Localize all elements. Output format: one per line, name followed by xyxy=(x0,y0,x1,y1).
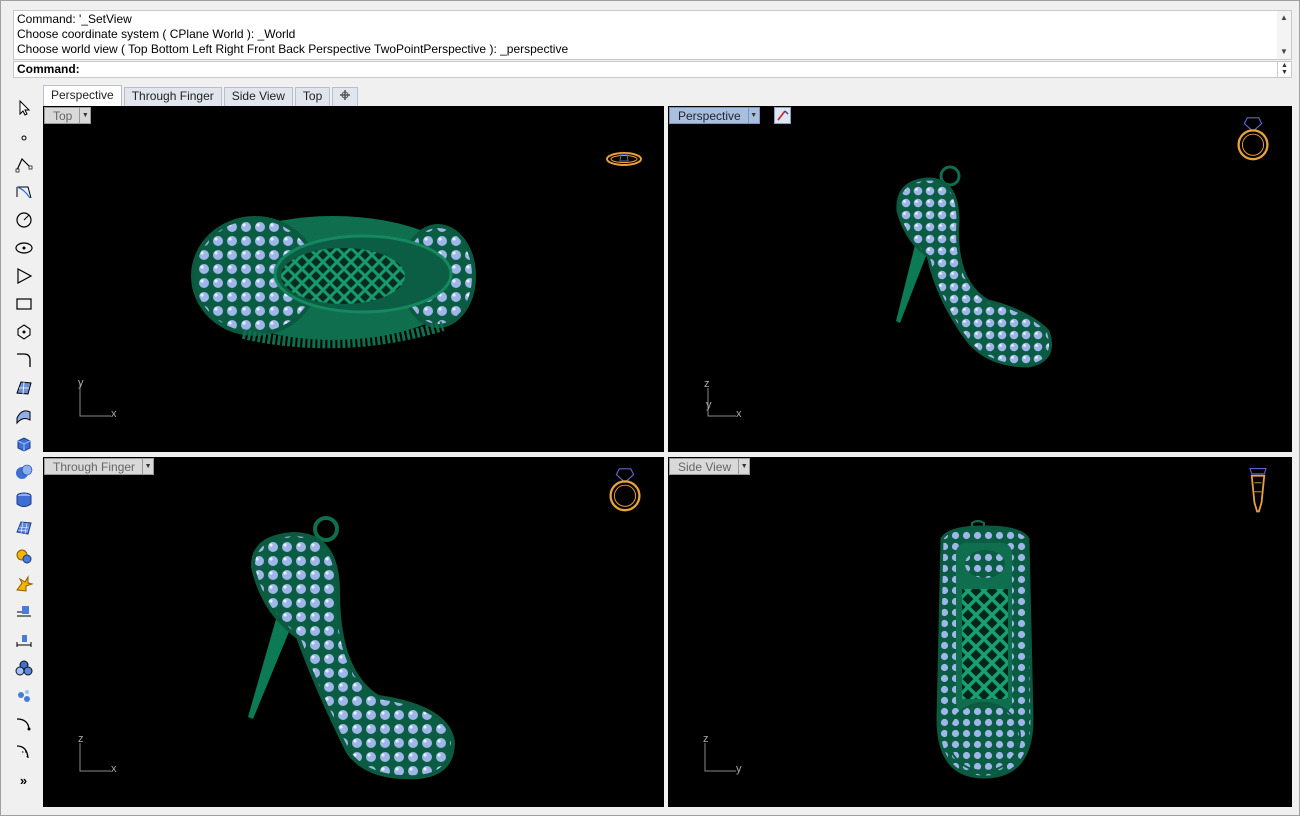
dimension-icon[interactable] xyxy=(11,628,36,652)
command-history-line: Choose world view ( Top Bottom Left Righ… xyxy=(17,42,569,56)
shoe-model-through-finger xyxy=(248,516,456,780)
box-solid-icon[interactable] xyxy=(11,432,36,456)
ring-nav-icon[interactable] xyxy=(1231,114,1275,164)
render-spheres-icon[interactable] xyxy=(11,656,36,680)
axis-label: y xyxy=(78,377,84,389)
axis-indicator-perspective: z y x xyxy=(702,378,762,428)
surface-edit-icon[interactable] xyxy=(11,404,36,428)
viewport-top[interactable]: Top ▼ y x xyxy=(43,106,664,452)
ellipse-icon[interactable] xyxy=(11,236,36,260)
polygon-star-icon[interactable] xyxy=(11,320,36,344)
shoe-model-perspective xyxy=(896,165,1052,368)
surface-from-points-icon[interactable] xyxy=(11,376,36,400)
shoe-model-top xyxy=(191,216,476,349)
explode-icon[interactable] xyxy=(11,572,36,596)
viewport-title-top[interactable]: Top ▼ xyxy=(44,107,92,124)
viewport-tab-bar: Perspective Through Finger Side View Top xyxy=(43,85,360,106)
axis-label: x xyxy=(111,408,117,420)
viewport-perspective[interactable]: Perspective ▼ z y x xyxy=(668,106,1292,452)
axis-label: y xyxy=(736,763,742,775)
rhino-window: Command: '_SetView Choose coordinate sys… xyxy=(0,0,1300,816)
fillet-curve-icon[interactable] xyxy=(11,348,36,372)
chevron-down-icon[interactable]: ▼ xyxy=(739,458,751,475)
chevron-down-icon[interactable]: ▼ xyxy=(80,107,92,124)
axis-label: x xyxy=(736,408,742,420)
axis-label: z xyxy=(704,378,710,390)
boolean-union-icon[interactable] xyxy=(11,460,36,484)
viewport-options-icon[interactable] xyxy=(774,107,791,124)
viewport-side-view[interactable]: Side View ▼ z y xyxy=(668,457,1292,807)
ring-nav-icon[interactable] xyxy=(603,465,647,515)
point-icon[interactable] xyxy=(11,124,36,148)
viewport-title-side-view[interactable]: Side View ▼ xyxy=(669,458,751,475)
history-scrollbar[interactable]: ▲ ▼ xyxy=(1277,11,1291,59)
group-icon[interactable] xyxy=(11,684,36,708)
tab-through-finger[interactable]: Through Finger xyxy=(123,87,222,106)
scroll-down-icon[interactable]: ▼ xyxy=(1277,46,1291,58)
curve-fillet-icon[interactable] xyxy=(11,740,36,764)
viewport-name[interactable]: Perspective xyxy=(669,107,749,124)
main-toolbar: » xyxy=(9,96,38,796)
viewport-title-perspective[interactable]: Perspective ▼ xyxy=(669,107,760,124)
axis-label: x xyxy=(111,763,117,775)
axis-label: z xyxy=(78,733,84,745)
viewport-name[interactable]: Through Finger xyxy=(44,458,144,475)
viewport-name[interactable]: Top xyxy=(44,107,81,124)
scroll-up-icon[interactable]: ▲ xyxy=(1277,12,1291,24)
axis-label: y xyxy=(706,399,712,411)
curve-control-points-icon[interactable] xyxy=(11,180,36,204)
command-history-line: Choose coordinate system ( CPlane World … xyxy=(17,27,296,41)
viewport-through-finger[interactable]: Through Finger ▼ z x xyxy=(43,457,664,807)
ring-nav-icon[interactable] xyxy=(603,136,647,186)
tab-top[interactable]: Top xyxy=(294,87,331,106)
select-arrow-icon[interactable] xyxy=(11,96,36,120)
transform-icon[interactable] xyxy=(11,544,36,568)
axis-indicator-through-finger: z x xyxy=(77,733,137,783)
tab-side-view[interactable]: Side View xyxy=(223,87,293,106)
axis-indicator-side-view: z y xyxy=(702,733,762,783)
command-history-line: Command: '_SetView xyxy=(17,12,132,26)
mesh-icon[interactable] xyxy=(11,516,36,540)
shoe-model-side-view xyxy=(936,520,1034,779)
rectangle-icon[interactable] xyxy=(11,292,36,316)
axis-indicator-top: y x xyxy=(77,377,137,428)
chevron-down-icon[interactable]: ▼ xyxy=(143,458,155,475)
chevron-down-icon[interactable]: ▼ xyxy=(748,107,760,124)
curve-tool-icon[interactable] xyxy=(11,712,36,736)
cylinder-icon[interactable] xyxy=(11,488,36,512)
viewport-name[interactable]: Side View xyxy=(669,458,740,475)
command-prompt-label: Command: xyxy=(17,62,80,76)
analyze-icon[interactable] xyxy=(11,600,36,624)
tab-perspective[interactable]: Perspective xyxy=(43,85,122,106)
viewport-title-through-finger[interactable]: Through Finger ▼ xyxy=(44,458,155,475)
command-input[interactable]: Command: ▲ ▼ xyxy=(13,61,1292,78)
ring-nav-icon[interactable] xyxy=(1236,465,1280,515)
command-history-panel: Command: '_SetView Choose coordinate sys… xyxy=(13,10,1292,60)
circle-icon[interactable] xyxy=(11,208,36,232)
axis-label: z xyxy=(703,733,709,745)
toolbar-more-icon[interactable]: » xyxy=(11,768,36,792)
polyline-icon[interactable] xyxy=(11,152,36,176)
add-tab-icon[interactable] xyxy=(332,87,359,106)
polygon-icon[interactable] xyxy=(11,264,36,288)
command-spinner[interactable]: ▲ ▼ xyxy=(1277,62,1291,77)
